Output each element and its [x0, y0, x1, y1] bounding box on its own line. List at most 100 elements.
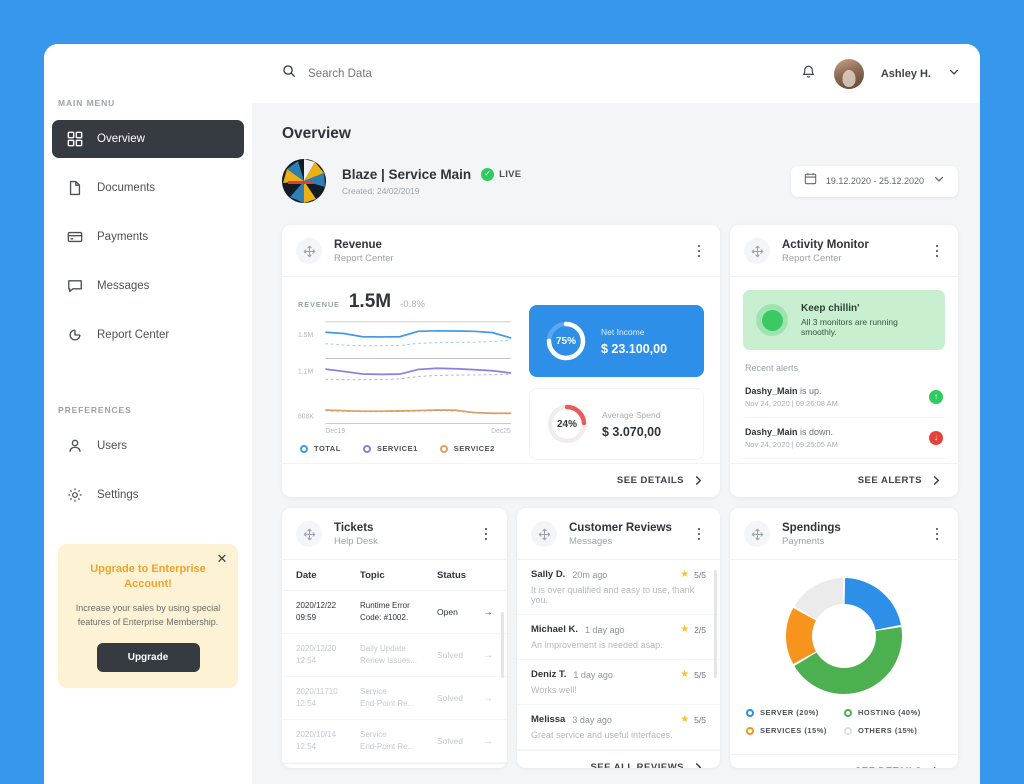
review-text: It is over qualified and easy to use, th… — [531, 585, 706, 605]
review-rating: ★ 5/5 — [680, 569, 706, 580]
ticket-date: 2020/12/2209:59 — [296, 600, 360, 624]
date-range-picker[interactable]: 19.12.2020 - 25.12.2020 — [791, 166, 958, 197]
sidebar-item-documents[interactable]: Documents — [52, 169, 244, 207]
alert-item[interactable]: Dashy_Main is down. Nov 24, 2020 | 09:25… — [743, 418, 945, 459]
more-options-icon[interactable] — [692, 525, 706, 543]
legend-item: TOTAL — [300, 444, 341, 453]
legend-swatch — [440, 445, 448, 453]
star-icon: ★ — [680, 669, 689, 680]
list-item[interactable]: Melissa 3 day ago ★ 5/5 Great service an… — [517, 705, 720, 750]
customer-reviews-card: Customer Reviews Messages Sally D. 20m a… — [517, 508, 720, 768]
upgrade-title: Upgrade to Enterprise Account! — [72, 562, 224, 592]
avatar[interactable] — [834, 59, 864, 89]
card-title: Revenue — [334, 239, 680, 251]
status-badge: ✓ LIVE — [481, 168, 521, 181]
move-icon[interactable] — [296, 238, 322, 264]
chat-bubble-icon — [66, 278, 83, 295]
arrow-right-icon[interactable]: → — [483, 736, 493, 747]
see-all-reviews-label: SEE ALL REVIEWS — [590, 762, 684, 768]
table-row[interactable]: 2020/12/2012:54 Daily UpdateRenew Issues… — [282, 634, 507, 677]
sidebar-item-label: Settings — [97, 489, 139, 501]
net-income-value: $ 23.100,00 — [601, 342, 667, 356]
card-header: Customer Reviews Messages — [517, 508, 720, 560]
bell-icon[interactable] — [800, 63, 817, 85]
sidebar-item-overview[interactable]: Overview — [52, 120, 244, 158]
ticket-topic: Daily UpdateRenew Issues... — [360, 643, 437, 667]
revenue-line-chart: 1.5M1.1M608KDec19Dec25 — [298, 319, 513, 438]
card-subtitle: Report Center — [334, 253, 680, 264]
legend-label: TOTAL — [314, 444, 341, 453]
recent-alerts-label: Recent alerts — [745, 363, 945, 373]
table-row[interactable]: 2020/1171012:54 ServiceEnd-Point Re... S… — [282, 677, 507, 720]
card-footer: SEE DETAILS — [282, 463, 720, 497]
move-icon[interactable] — [296, 521, 322, 547]
ticket-date: 2020/10/1412:54 — [296, 729, 360, 753]
legend-swatch — [746, 709, 754, 717]
activity-monitor-card: Activity Monitor Report Center — [730, 225, 958, 497]
sidebar-item-payments[interactable]: Payments — [52, 218, 244, 256]
chevron-down-icon[interactable] — [948, 65, 960, 83]
sidebar-item-users[interactable]: Users — [52, 427, 244, 465]
sidebar-item-label: Messages — [97, 280, 149, 292]
reviewer-name: Melissa — [531, 714, 565, 725]
topbar: Ashley H. — [252, 44, 980, 103]
more-options-icon[interactable] — [930, 242, 944, 260]
table-row[interactable]: 2020/12/2209:59 Runtime ErrorCode: #1002… — [282, 591, 507, 634]
move-icon[interactable] — [744, 521, 770, 547]
legend-swatch — [746, 727, 754, 735]
svg-text:608K: 608K — [298, 411, 314, 420]
move-icon[interactable] — [531, 521, 557, 547]
scrollbar-thumb[interactable] — [501, 612, 504, 678]
tickets-card: Tickets Help Desk Date Topic Status 2020… — [282, 508, 507, 768]
ticket-date: 2020/1171012:54 — [296, 686, 360, 710]
arrow-up-icon: ↑ — [929, 390, 943, 404]
move-icon[interactable] — [744, 238, 770, 264]
card-title: Activity Monitor — [782, 239, 918, 251]
list-item[interactable]: Michael K. 1 day ago ★ 2/5 An improvemen… — [517, 615, 720, 660]
sidebar-item-messages[interactable]: Messages — [52, 267, 244, 305]
sidebar-item-settings[interactable]: Settings — [52, 476, 244, 514]
upgrade-button[interactable]: Upgrade — [97, 643, 200, 672]
page-title: Overview — [282, 125, 958, 143]
chevron-down-icon[interactable] — [933, 172, 945, 190]
more-options-icon[interactable] — [692, 242, 706, 260]
legend-label: SERVICE1 — [377, 444, 418, 453]
alert-item[interactable]: Dashy_Main is up. Nov 24, 2020 | 09:26:0… — [743, 377, 945, 418]
see-all-reviews-link[interactable]: SEE ALL REVIEWS — [590, 762, 704, 768]
sidebar-item-report-center[interactable]: Report Center — [52, 316, 244, 354]
see-details-link[interactable]: SEE DETAILS — [617, 475, 704, 486]
legend-label: SERVICE2 — [454, 444, 495, 453]
arrow-right-icon[interactable]: → — [483, 650, 493, 661]
legend-swatch — [844, 709, 852, 717]
list-item[interactable]: Deniz T. 1 day ago ★ 5/5 Works well! — [517, 660, 720, 705]
gear-icon — [66, 487, 83, 504]
close-icon[interactable]: ✕ — [215, 552, 229, 566]
net-income-gauge: 75% — [543, 318, 589, 364]
legend-label: HOSTING (40%) — [858, 708, 921, 717]
arrow-right-icon[interactable]: → — [483, 607, 493, 618]
more-options-icon[interactable] — [930, 525, 944, 543]
see-alerts-link[interactable]: SEE ALERTS — [858, 475, 942, 486]
table-row[interactable]: 2020/10/1412:54 ServiceEnd-Point Re... S… — [282, 720, 507, 763]
project-created-date: Created: 24/02/2019 — [342, 186, 791, 196]
legend-label: OTHERS (15%) — [858, 726, 917, 735]
search-bar[interactable] — [282, 64, 800, 83]
project-meta: Blaze | Service Main ✓ LIVE Created: 24/… — [342, 167, 791, 196]
more-options-icon[interactable] — [479, 525, 493, 543]
legend-item: SERVICES (15%) — [746, 726, 844, 735]
svg-text:1.5M: 1.5M — [298, 330, 313, 339]
cards-row-bottom: Tickets Help Desk Date Topic Status 2020… — [282, 508, 958, 768]
scrollbar-thumb[interactable] — [714, 570, 717, 678]
revenue-kpi: REVENUE 1.5M -0.8% — [298, 291, 513, 313]
svg-text:Dec19: Dec19 — [325, 426, 345, 435]
arrow-right-icon[interactable]: → — [483, 693, 493, 704]
average-spend-percent: 24% — [544, 401, 590, 447]
grid-icon — [66, 131, 83, 148]
list-item[interactable]: Sally D. 20m ago ★ 5/5 It is over qualif… — [517, 560, 720, 615]
review-rating: ★ 2/5 — [680, 624, 706, 635]
legend-item: SERVER (20%) — [746, 708, 844, 717]
search-input[interactable] — [308, 68, 568, 80]
alert-title: Dashy_Main is down. — [745, 427, 921, 437]
column-header-date: Date — [296, 570, 360, 581]
legend-swatch — [363, 445, 371, 453]
